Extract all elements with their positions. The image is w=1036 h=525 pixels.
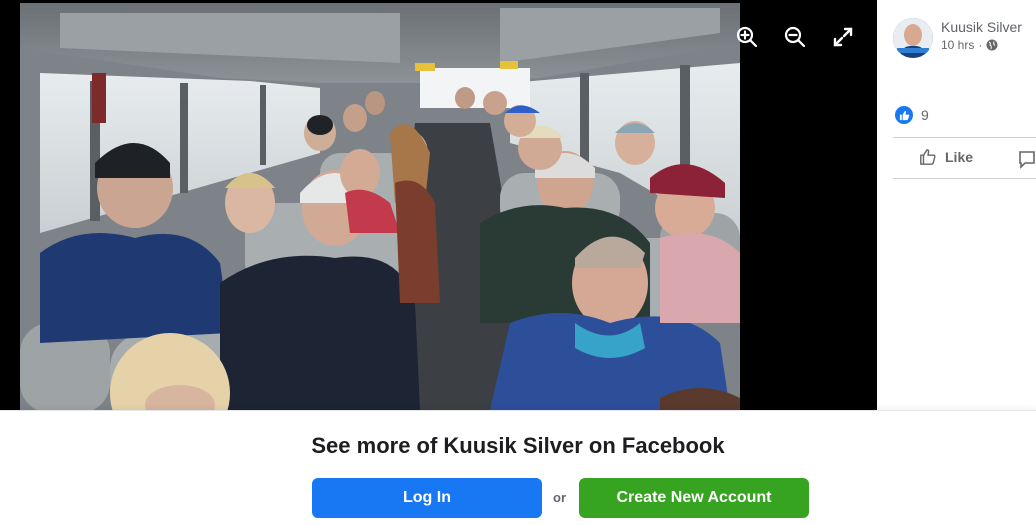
like-reaction-icon	[895, 106, 913, 124]
post-sidebar: Kuusik Silver 10 hrs · 9 Like	[877, 0, 1036, 410]
globe-icon	[986, 39, 998, 51]
login-button[interactable]: Log In	[312, 478, 542, 518]
author-meta: Kuusik Silver 10 hrs ·	[941, 18, 1022, 54]
like-button[interactable]: Like	[919, 148, 973, 166]
or-label: or	[553, 490, 566, 505]
post-actions: Like	[893, 137, 1036, 179]
prompt-title: See more of Kuusik Silver on Facebook	[311, 433, 725, 458]
login-prompt: See more of Kuusik Silver on Facebook Lo…	[0, 410, 1036, 525]
reaction-count: 9	[921, 107, 929, 123]
avatar[interactable]	[893, 18, 933, 58]
comment-icon[interactable]	[1017, 149, 1036, 169]
post-time[interactable]: 10 hrs	[941, 36, 974, 54]
fullscreen-icon[interactable]	[828, 22, 858, 52]
zoom-out-icon[interactable]	[780, 22, 810, 52]
reaction-summary[interactable]: 9	[895, 106, 929, 124]
author-name[interactable]: Kuusik Silver	[941, 18, 1022, 36]
meta-separator: ·	[978, 38, 983, 52]
post-photo[interactable]	[20, 3, 740, 410]
create-account-button[interactable]: Create New Account	[579, 478, 809, 518]
viewer-toolbar	[725, 19, 877, 55]
post-meta: 10 hrs ·	[941, 36, 1022, 54]
photo-viewer	[0, 0, 877, 410]
like-label: Like	[945, 149, 974, 165]
zoom-in-icon[interactable]	[725, 19, 762, 55]
post-author: Kuusik Silver 10 hrs ·	[893, 18, 1022, 58]
thumbs-up-icon	[920, 149, 936, 165]
bus-interior-photo	[20, 3, 740, 410]
